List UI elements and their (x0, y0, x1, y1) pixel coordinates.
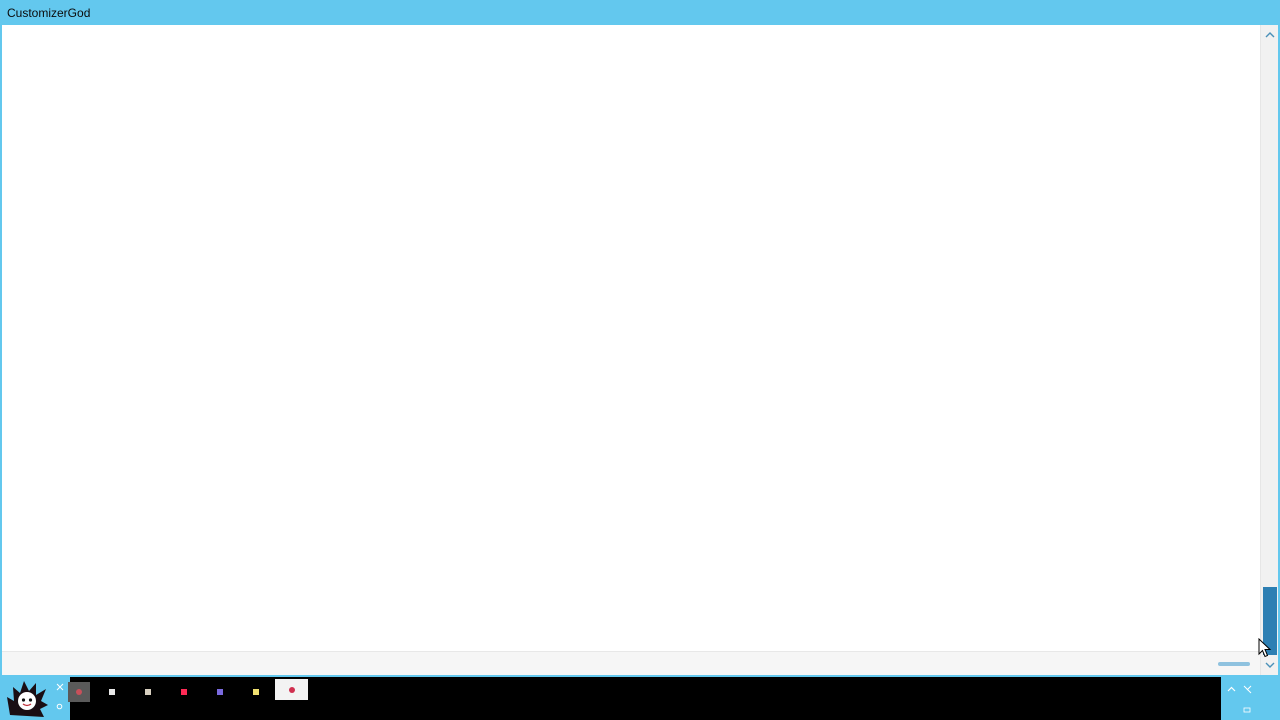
start-button[interactable] (0, 677, 70, 720)
window-title: CustomizerGod (7, 6, 91, 20)
app-icon-6[interactable] (246, 682, 266, 702)
app-window: CustomizerGod (0, 0, 1280, 677)
app-icon-3[interactable] (138, 682, 158, 702)
content-pane[interactable] (2, 25, 1260, 651)
horizontal-scrollbar-thumb[interactable] (1218, 662, 1250, 666)
arrow-up-icon[interactable] (1225, 683, 1237, 695)
folder-icon[interactable] (102, 682, 122, 702)
app-icon-5[interactable] (210, 682, 230, 702)
network-icon[interactable] (1241, 683, 1253, 695)
avatar-start-icon (7, 681, 48, 717)
search-icon[interactable] (54, 702, 66, 712)
taskbar (0, 677, 1280, 720)
vertical-scrollbar[interactable] (1260, 25, 1278, 675)
app-icon-1[interactable] (68, 682, 90, 702)
screen: CustomizerGod (0, 0, 1280, 720)
title-bar[interactable]: CustomizerGod (0, 0, 1280, 25)
app-icon-4[interactable] (174, 682, 194, 702)
system-tray (1221, 677, 1280, 720)
chevron-down-icon[interactable] (1261, 657, 1278, 673)
volume-icon[interactable] (1241, 704, 1253, 716)
mouse-cursor-icon (1258, 638, 1272, 658)
pin-icon[interactable] (54, 682, 66, 692)
window-client-area (2, 25, 1278, 675)
customizergod-icon[interactable] (275, 679, 308, 700)
chevron-up-icon[interactable] (1261, 26, 1278, 42)
horizontal-scrollbar[interactable] (2, 651, 1260, 675)
